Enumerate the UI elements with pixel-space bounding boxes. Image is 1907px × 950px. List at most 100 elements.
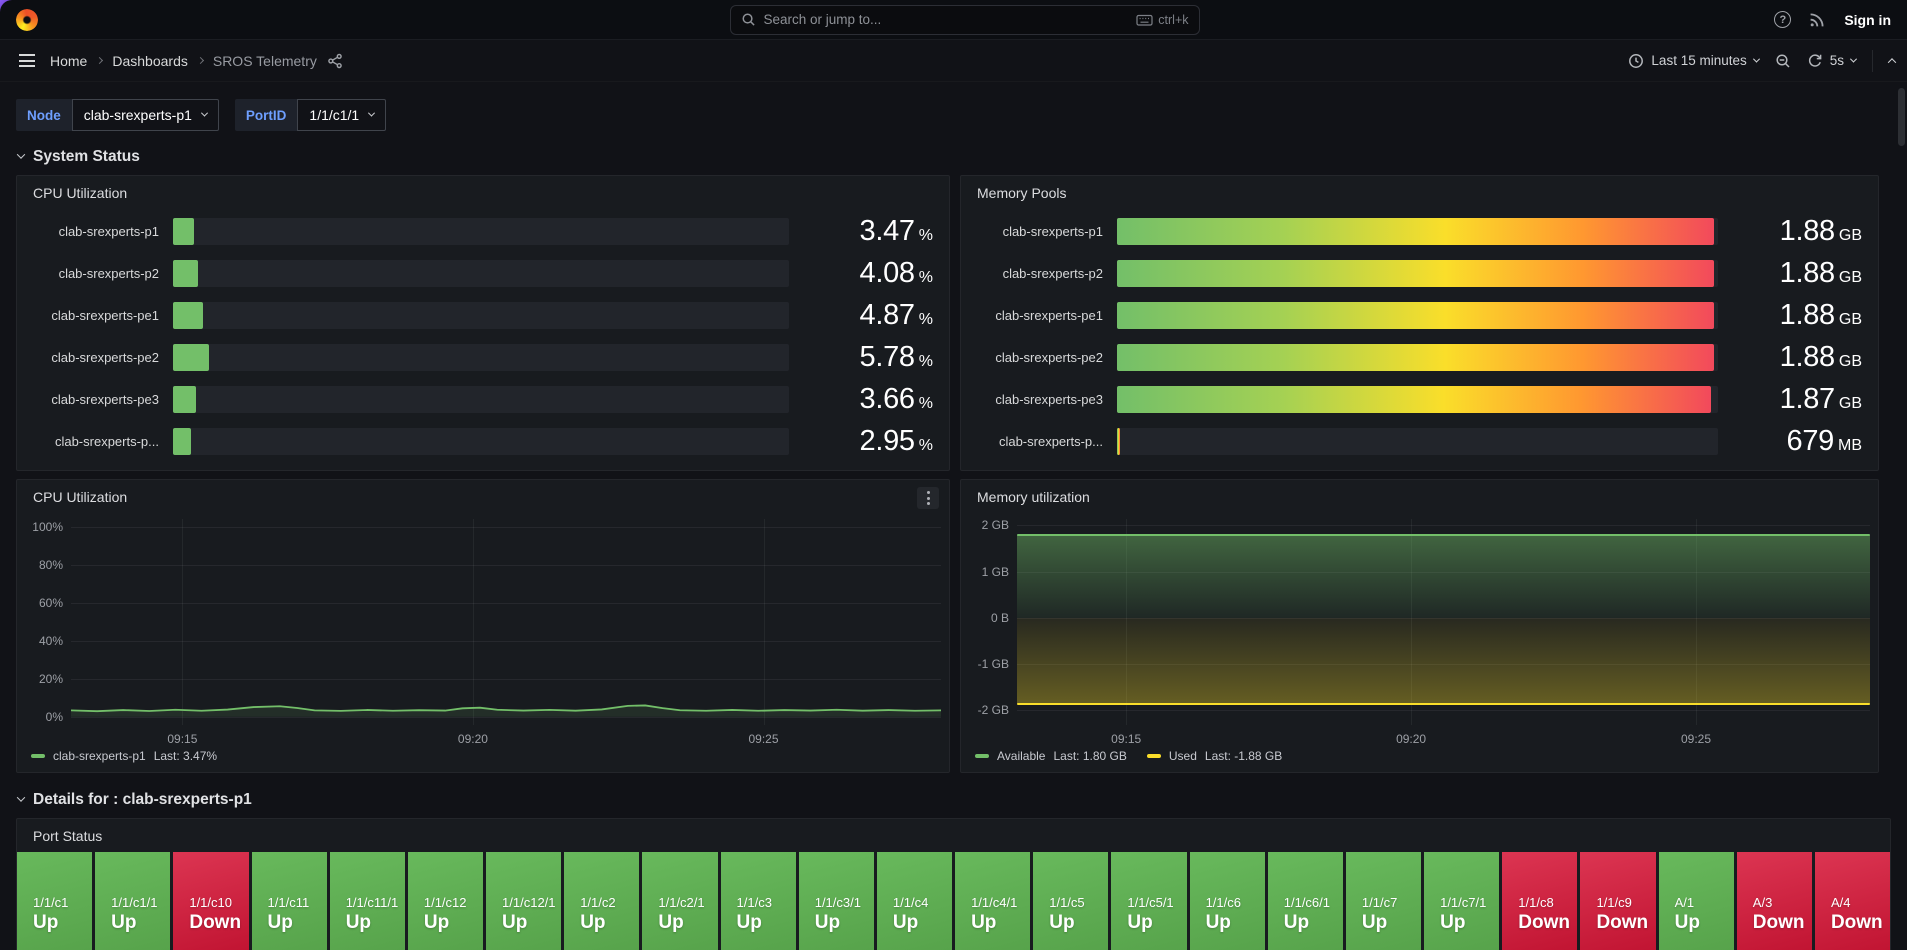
port-tile[interactable]: 1/1/c8 Down — [1502, 852, 1577, 950]
port-tile[interactable]: A/4 Down — [1815, 852, 1890, 950]
port-state: Up — [737, 912, 796, 935]
port-tile[interactable]: 1/1/c6 Up — [1190, 852, 1265, 950]
port-tile[interactable]: 1/1/c9 Down — [1580, 852, 1655, 950]
port-name: 1/1/c8 — [1518, 894, 1577, 912]
search-input[interactable]: Search or jump to... ctrl+k — [730, 5, 1200, 35]
scrollbar-thumb[interactable] — [1898, 88, 1905, 146]
port-tile[interactable]: 1/1/c2 Up — [564, 852, 639, 950]
news-rss-icon[interactable] — [1809, 11, 1826, 28]
panel-memory-pools-gauge: Memory Pools clab-srexperts-p1 1.88GB cl… — [960, 175, 1879, 471]
series-swatch — [1147, 754, 1161, 758]
series-swatch — [975, 754, 989, 758]
port-state: Down — [189, 912, 248, 935]
available-series-area — [1017, 535, 1870, 618]
breadcrumb-current: SROS Telemetry — [213, 53, 317, 69]
toolbar-right: Last 15 minutes 5s — [1628, 50, 1895, 72]
port-tile[interactable]: 1/1/c4/1 Up — [955, 852, 1030, 950]
gauge-track — [1117, 302, 1718, 329]
port-tile[interactable]: 1/1/c7 Up — [1346, 852, 1421, 950]
gauge-row: clab-srexperts-pe1 4.87% — [33, 294, 933, 336]
port-state: Up — [346, 912, 405, 935]
grafana-logo-icon[interactable] — [16, 9, 38, 31]
gauge-track — [1117, 428, 1718, 455]
legend-series[interactable]: clab-srexperts-p1 Last: 3.47% — [31, 749, 217, 763]
port-state: Down — [1596, 912, 1655, 935]
variable-portid-select[interactable]: 1/1/c1/1 — [297, 99, 386, 131]
port-tile[interactable]: 1/1/c2/1 Up — [642, 852, 717, 950]
legend-series-available[interactable]: Available Last: 1.80 GB — [975, 749, 1127, 763]
collapse-toolbar-button[interactable] — [1889, 58, 1895, 64]
port-tile[interactable]: 1/1/c3/1 Up — [799, 852, 874, 950]
row-timeseries: CPU Utilization 100% 80% 60% 40% 20% 0% — [16, 479, 1891, 773]
port-tile[interactable]: A/1 Up — [1659, 852, 1734, 950]
chevron-down-icon — [17, 793, 25, 801]
variable-portid: PortID 1/1/c1/1 — [235, 99, 386, 131]
port-name: 1/1/c5/1 — [1127, 894, 1186, 912]
port-name: 1/1/c4 — [893, 894, 952, 912]
panel-cpu-utilization-graph: CPU Utilization 100% 80% 60% 40% 20% 0% — [16, 479, 950, 773]
section-system-status[interactable]: System Status — [18, 148, 1891, 166]
gauge-bar — [1117, 386, 1711, 413]
time-range-picker[interactable]: Last 15 minutes — [1628, 53, 1758, 69]
port-state: Up — [815, 912, 874, 935]
cpu-graph-plot[interactable]: 09:15 09:20 09:25 — [71, 519, 941, 725]
port-tile[interactable]: 1/1/c6/1 Up — [1268, 852, 1343, 950]
breadcrumb-dashboards[interactable]: Dashboards — [112, 53, 188, 69]
gauge-value: 2.95% — [803, 425, 933, 458]
port-tile[interactable]: 1/1/c10 Down — [173, 852, 248, 950]
port-name: 1/1/c9 — [1596, 894, 1655, 912]
refresh-button[interactable]: 5s — [1807, 53, 1856, 69]
toolbar-divider — [1872, 50, 1873, 72]
port-name: 1/1/c1 — [33, 894, 92, 912]
refresh-icon — [1807, 53, 1823, 69]
gauge-row-label: clab-srexperts-p... — [33, 434, 159, 449]
port-state: Up — [502, 912, 561, 935]
section-details[interactable]: Details for : clab-srexperts-p1 — [18, 791, 1891, 809]
gauge-value: 1.87GB — [1732, 383, 1862, 416]
port-name: 1/1/c11 — [268, 894, 327, 912]
cpu-graph-y-axis: 100% 80% 60% 40% 20% 0% — [27, 519, 71, 725]
port-tile[interactable]: 1/1/c11/1 Up — [330, 852, 405, 950]
port-name: 1/1/c6 — [1206, 894, 1265, 912]
breadcrumb-home[interactable]: Home — [50, 53, 87, 69]
share-dashboard-icon[interactable] — [327, 53, 343, 69]
port-state: Down — [1831, 912, 1890, 935]
port-state: Up — [1440, 912, 1499, 935]
port-tile[interactable]: 1/1/c7/1 Up — [1424, 852, 1499, 950]
port-tile[interactable]: 1/1/c11 Up — [252, 852, 327, 950]
port-name: 1/1/c3 — [737, 894, 796, 912]
port-tile[interactable]: 1/1/c4 Up — [877, 852, 952, 950]
gauge-bar — [173, 260, 198, 287]
panel-menu-icon[interactable] — [917, 487, 939, 509]
port-name: 1/1/c5 — [1049, 894, 1108, 912]
gauge-row: clab-srexperts-p1 1.88GB — [977, 210, 1862, 252]
breadcrumb-separator-icon — [197, 57, 204, 64]
port-tile[interactable]: 1/1/c3 Up — [721, 852, 796, 950]
help-icon[interactable]: ? — [1774, 11, 1791, 28]
port-tile[interactable]: 1/1/c1/1 Up — [95, 852, 170, 950]
variable-node-select[interactable]: clab-srexperts-p1 — [72, 99, 219, 131]
memory-graph-plot[interactable]: 09:15 09:20 09:25 — [1017, 519, 1870, 725]
legend-series-used[interactable]: Used Last: -1.88 GB — [1147, 749, 1282, 763]
port-name: 1/1/c6/1 — [1284, 894, 1343, 912]
port-name: 1/1/c12/1 — [502, 894, 561, 912]
zoom-out-button[interactable] — [1775, 53, 1791, 69]
gauge-bar — [1117, 428, 1120, 455]
mega-menu-icon[interactable] — [12, 46, 42, 76]
series-swatch — [31, 754, 45, 758]
port-tile[interactable]: 1/1/c12/1 Up — [486, 852, 561, 950]
gauge-track — [173, 386, 789, 413]
port-state: Up — [111, 912, 170, 935]
panel-title: Memory Pools — [961, 176, 1878, 201]
port-name: 1/1/c10 — [189, 894, 248, 912]
port-tile[interactable]: 1/1/c5 Up — [1033, 852, 1108, 950]
port-tile[interactable]: 1/1/c1 Up — [17, 852, 92, 950]
gauge-bar — [1117, 302, 1714, 329]
gauge-row: clab-srexperts-p1 3.47% — [33, 210, 933, 252]
chevron-down-icon — [368, 109, 375, 116]
port-tile[interactable]: 1/1/c5/1 Up — [1111, 852, 1186, 950]
gauge-track — [173, 344, 789, 371]
sign-in-button[interactable]: Sign in — [1844, 12, 1891, 28]
port-tile[interactable]: 1/1/c12 Up — [408, 852, 483, 950]
port-tile[interactable]: A/3 Down — [1737, 852, 1812, 950]
